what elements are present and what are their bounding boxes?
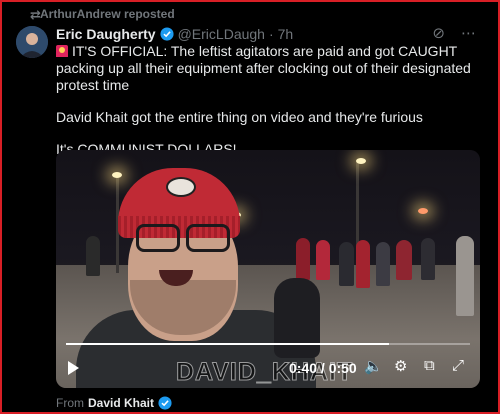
- background-person: [296, 238, 310, 280]
- street-lamp: [112, 172, 122, 178]
- verified-badge-icon: [158, 396, 172, 410]
- settings-gear-icon[interactable]: ⚙: [394, 357, 407, 375]
- background-person: [316, 240, 330, 280]
- street-lamp: [356, 158, 366, 164]
- more-options-icon[interactable]: ⋯: [461, 24, 476, 42]
- tweet-line-1: IT'S OFFICIAL: The leftist agitators are…: [56, 43, 471, 93]
- street-lamp: [418, 208, 428, 214]
- volume-icon[interactable]: 🔈: [364, 357, 383, 375]
- fullscreen-icon[interactable]: ⤢: [452, 357, 464, 374]
- verified-badge-icon: [160, 27, 174, 41]
- separator: ·: [268, 26, 274, 42]
- avatar[interactable]: [16, 26, 48, 58]
- beanie-patch: [166, 177, 196, 197]
- post-time[interactable]: 7h: [278, 26, 294, 42]
- video-controls: 0:40 / 0:50 🔈 ⚙ ⧉ ⤢: [56, 348, 480, 388]
- author-name[interactable]: Eric Daugherty: [56, 26, 156, 42]
- author-handle[interactable]: @EricLDaugh: [178, 26, 265, 42]
- presenter-glasses: [136, 224, 232, 252]
- background-person: [396, 240, 412, 280]
- background-person: [376, 242, 390, 286]
- background-person: [456, 236, 474, 316]
- video-source: From David Khait: [56, 396, 172, 410]
- picture-in-picture-icon[interactable]: ⧉: [424, 357, 435, 374]
- tweet-line-2: David Khait got the entire thing on vide…: [56, 109, 423, 125]
- presenter-hand: [274, 278, 320, 358]
- background-person: [421, 238, 435, 280]
- repost-label: ArthurAndrew reposted: [40, 7, 175, 21]
- video-progress-fill: [66, 343, 390, 345]
- grok-icon[interactable]: ⊘: [432, 24, 445, 42]
- video-player[interactable]: DAVID_KHAIT 0:40 / 0:50 🔈 ⚙ ⧉ ⤢: [56, 150, 480, 388]
- video-time: 0:40 / 0:50: [289, 360, 357, 376]
- repost-icon: ⇄: [30, 7, 41, 22]
- repost-indicator[interactable]: ⇄ ArthurAndrew reposted: [30, 7, 175, 22]
- source-name[interactable]: David Khait: [88, 396, 154, 410]
- play-icon[interactable]: [68, 361, 79, 375]
- source-prefix: From: [56, 396, 84, 410]
- background-person: [86, 236, 100, 276]
- siren-emoji-icon: [56, 45, 68, 57]
- video-progress-bar[interactable]: [66, 343, 470, 345]
- tweet-actions: ⊘ ⋯: [432, 24, 476, 42]
- background-person: [339, 242, 354, 286]
- tweet-header: Eric Daugherty @EricLDaugh · 7h: [56, 26, 293, 42]
- background-person: [356, 240, 370, 288]
